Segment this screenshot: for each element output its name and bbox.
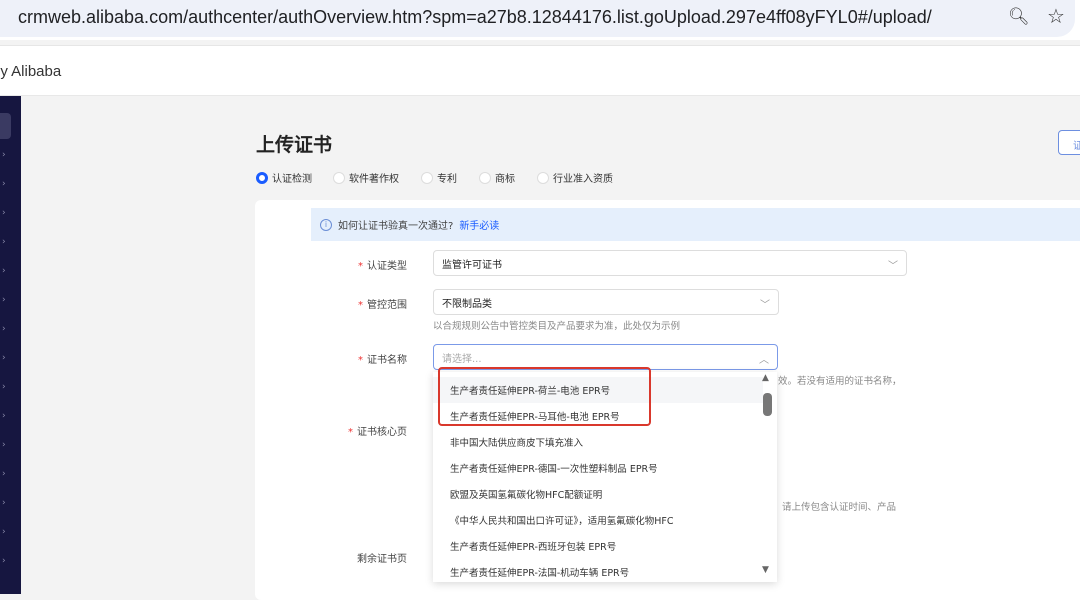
radio-trademark[interactable]: 商标	[479, 170, 515, 185]
radio-unchecked-icon	[421, 171, 433, 184]
browser-address-bar: crmweb.alibaba.com/authcenter/authOvervi…	[0, 0, 1080, 40]
radio-industry-access[interactable]: 行业准入资质	[537, 170, 613, 185]
chevron-up-icon: ︿	[759, 355, 769, 366]
radio-unchecked-icon	[537, 171, 549, 184]
chevron-right-icon[interactable]: ›	[2, 440, 6, 450]
chevron-right-icon[interactable]: ›	[2, 382, 6, 392]
chevron-right-icon[interactable]: ›	[2, 556, 6, 566]
cert-type-select[interactable]: 监管许可证书 ﹀	[433, 250, 907, 276]
radio-cert-test[interactable]: 认证检测	[256, 170, 312, 185]
scroll-up-arrow-icon[interactable]: ▲	[762, 373, 769, 383]
dropdown-option[interactable]: 生产者责任延伸EPR-法国-机动车辆 EPR号	[433, 559, 763, 582]
radio-label: 软件著作权	[349, 174, 399, 185]
brand-name[interactable]: ly Alibaba	[0, 63, 61, 80]
chevron-down-icon: ﹀	[888, 261, 898, 272]
radio-label: 认证检测	[272, 174, 312, 185]
url-input[interactable]: crmweb.alibaba.com/authcenter/authOvervi…	[18, 7, 932, 28]
cert-name-label: * 证书名称	[358, 355, 407, 366]
chevron-right-icon[interactable]: ›	[2, 150, 6, 160]
dropdown-option[interactable]: 《中华人民共和国出口许可证》，适用氢氟碳化物HFC	[433, 507, 763, 533]
info-icon: i	[320, 218, 332, 231]
site-header: ly Alibaba	[0, 45, 1080, 96]
chevron-right-icon[interactable]: ›	[2, 208, 6, 218]
chevron-right-icon[interactable]: ›	[2, 179, 6, 189]
scrollbar-thumb[interactable]	[763, 393, 772, 416]
core-page-hint: 请上传包含认证时间、产品	[782, 502, 897, 513]
radio-label: 行业准入资质	[553, 174, 613, 185]
chevron-down-icon: ﹀	[760, 300, 770, 311]
info-banner: i 如何让证书验真一次通过? 新手必读	[311, 208, 1080, 241]
chevron-right-icon[interactable]: ›	[2, 295, 6, 305]
page-title: 上传证书	[256, 134, 333, 156]
core-page-label: * 证书核心页	[348, 427, 407, 438]
top-right-button[interactable]: 证	[1058, 130, 1080, 155]
radio-label: 专利	[437, 174, 457, 185]
scope-label: * 管控范围	[358, 300, 407, 311]
chevron-right-icon[interactable]: ›	[2, 469, 6, 479]
chevron-right-icon[interactable]: ›	[2, 527, 6, 537]
sidebar-item-active[interactable]	[0, 113, 11, 139]
chevron-right-icon[interactable]: ›	[2, 266, 6, 276]
radio-unchecked-icon	[333, 171, 345, 184]
highlight-annotation-box	[438, 367, 651, 426]
dropdown-option[interactable]: 欧盟及英国氢氟碳化物HFC配额证明	[433, 481, 763, 507]
radio-unchecked-icon	[479, 171, 491, 184]
chevron-right-icon[interactable]: ›	[2, 324, 6, 334]
chevron-right-icon[interactable]: ›	[2, 353, 6, 363]
cert-type-label: * 认证类型	[358, 261, 407, 272]
radio-checked-icon	[256, 171, 268, 184]
dropdown-option[interactable]: 生产者责任延伸EPR-德国-一次性塑料制品 EPR号	[433, 455, 763, 481]
cert-name-hint: 效。若没有适用的证书名称，	[778, 376, 902, 387]
scope-select[interactable]: 不限制品类 ﹀	[433, 289, 779, 315]
star-icon[interactable]: ☆	[1047, 4, 1065, 28]
chevron-right-icon[interactable]: ›	[2, 237, 6, 247]
rest-page-label: 剩余证书页	[357, 554, 407, 565]
info-text: 如何让证书验真一次通过?	[338, 221, 454, 232]
sidebar: › › › › › › › › › › › › › › ›	[0, 96, 21, 594]
chevron-right-icon[interactable]: ›	[2, 498, 6, 508]
dropdown-option[interactable]: 生产者责任延伸EPR-西班牙包装 EPR号	[433, 533, 763, 559]
scope-hint: 以合规规则公告中管控类目及产品要求为准，此处仅为示例	[433, 321, 681, 332]
radio-patent[interactable]: 专利	[421, 170, 457, 185]
radio-label: 商标	[495, 174, 515, 185]
scroll-down-arrow-icon[interactable]: ▼	[762, 565, 769, 575]
beginner-guide-link[interactable]: 新手必读	[459, 217, 499, 232]
chevron-right-icon[interactable]: ›	[2, 411, 6, 421]
dropdown-option[interactable]: 非中国大陆供应商皮下填充准入	[433, 429, 763, 455]
zoom-out-icon[interactable]: 🔍︎	[1008, 7, 1030, 27]
radio-software-copyright[interactable]: 软件著作权	[333, 170, 399, 185]
